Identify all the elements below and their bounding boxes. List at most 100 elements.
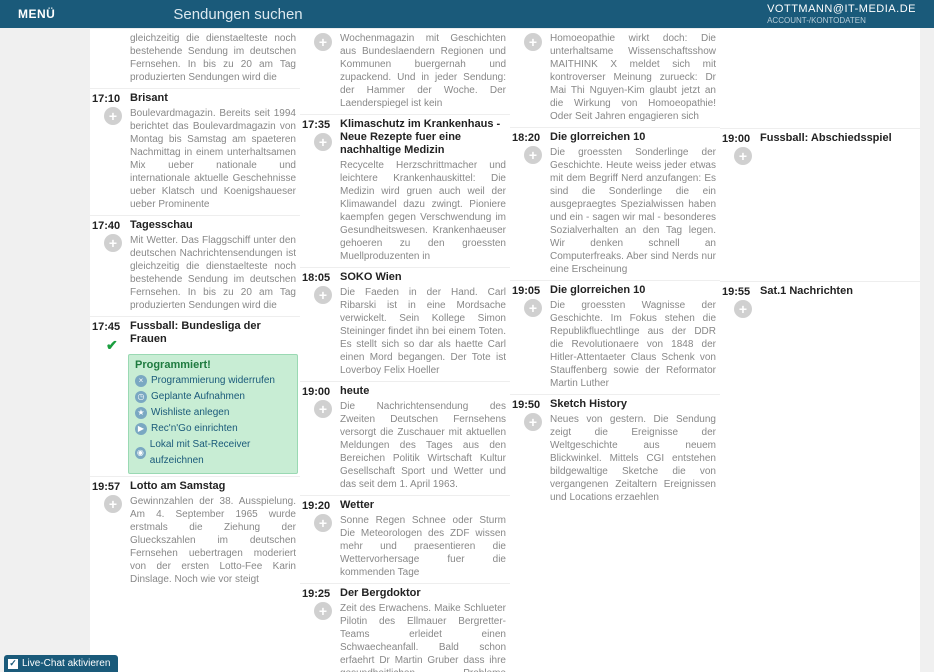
program-entry: 18:05 + SOKO Wien Die Faeden in der Hand… — [300, 267, 510, 381]
program-title[interactable]: Klimaschutz im Krankenhaus - Neue Rezept… — [340, 118, 506, 157]
popup-revoke[interactable]: × Programmierung widerrufen — [135, 373, 291, 389]
program-entry: 17:45 ✔ Fussball: Bundesliga der Frauen — [90, 316, 300, 352]
add-icon[interactable]: + — [314, 602, 332, 620]
channel-column-3: + Homoeopathie wirkt doch: Die unterhalt… — [510, 28, 720, 672]
program-entry: 17:10 + Brisant Boulevardmagazin. Bereit… — [90, 88, 300, 215]
program-time: 19:20 — [302, 500, 330, 512]
star-icon: ★ — [135, 407, 147, 419]
program-title[interactable]: Lotto am Samstag — [130, 480, 296, 493]
add-icon[interactable]: + — [524, 33, 542, 51]
account-email: VOTTMANN@IT-MEDIA.DE — [767, 4, 916, 15]
add-icon[interactable]: + — [314, 514, 332, 532]
search-title: Sendungen suchen — [73, 6, 757, 23]
channel-column-4: 19:00 + Fussball: Abschiedsspiel 19:55 +… — [720, 28, 920, 672]
add-icon[interactable]: + — [734, 300, 752, 318]
add-icon[interactable]: + — [524, 413, 542, 431]
program-time: 18:20 — [512, 132, 540, 144]
program-time: 17:35 — [302, 119, 330, 131]
program-entry: + Homoeopathie wirkt doch: Die unterhalt… — [510, 28, 720, 127]
menu-button[interactable]: MENÜ — [0, 0, 73, 28]
program-title[interactable]: Die glorreichen 10 — [550, 284, 716, 297]
program-entry: 19:00 + Fussball: Abschiedsspiel — [720, 128, 920, 151]
program-time: 19:25 — [302, 588, 330, 600]
program-title[interactable]: Sketch History — [550, 398, 716, 411]
program-entry: gleichzeitig die dienstaelteste noch bes… — [90, 28, 300, 88]
program-entry: 19:05 + Die glorreichen 10 Die groessten… — [510, 280, 720, 394]
popup-title: Programmiert! — [135, 359, 291, 371]
program-title[interactable]: Die glorreichen 10 — [550, 131, 716, 144]
program-desc: Wochenmagazin mit Geschichten aus Bundes… — [340, 32, 506, 110]
program-desc: Die groessten Sonderlinge der Geschichte… — [550, 146, 716, 276]
program-entry: 19:00 + heute Die Nachrichtensendung des… — [300, 381, 510, 495]
program-time: 17:45 — [92, 321, 120, 333]
program-entry: 19:57 + Lotto am Samstag Gewinnzahlen de… — [90, 476, 300, 590]
add-icon[interactable]: + — [734, 147, 752, 165]
add-icon[interactable]: + — [104, 495, 122, 513]
program-desc: Sonne Regen Schnee oder Sturm Die Meteor… — [340, 514, 506, 579]
chat-label: Live-Chat aktivieren — [22, 658, 110, 669]
live-chat-toggle[interactable]: ✓ Live-Chat aktivieren — [4, 655, 118, 672]
program-title[interactable]: SOKO Wien — [340, 271, 506, 284]
program-desc: Die Faeden in der Hand. Carl Ribarski is… — [340, 286, 506, 377]
add-icon[interactable]: + — [104, 234, 122, 252]
check-icon: ✔ — [106, 337, 118, 354]
program-title[interactable]: Brisant — [130, 92, 296, 105]
program-time: 18:05 — [302, 272, 330, 284]
channel-column-1: gleichzeitig die dienstaelteste noch bes… — [90, 28, 300, 672]
program-title[interactable]: Wetter — [340, 499, 506, 512]
popup-scheduled[interactable]: ◷ Geplante Aufnahmen — [135, 389, 291, 405]
add-icon[interactable]: + — [314, 33, 332, 51]
program-desc: Mit Wetter. Das Flaggschiff unter den de… — [130, 234, 296, 312]
content-area: gleichzeitig die dienstaelteste noch bes… — [0, 28, 934, 672]
popup-item-label: Programmierung widerrufen — [151, 373, 275, 389]
program-entry: 19:20 + Wetter Sonne Regen Schnee oder S… — [300, 495, 510, 583]
program-time: 17:10 — [92, 93, 120, 105]
program-time: 19:50 — [512, 399, 540, 411]
channel-column-2: + Wochenmagazin mit Geschichten aus Bund… — [300, 28, 510, 672]
program-title[interactable]: Fussball: Bundesliga der Frauen — [130, 320, 296, 346]
program-entry: 17:40 + Tagesschau Mit Wetter. Das Flagg… — [90, 215, 300, 316]
account-sub: ACCOUNT-/KONTODATEN — [767, 15, 916, 26]
popup-local[interactable]: ◉ Lokal mit Sat-Receiver aufzeichnen — [135, 437, 291, 469]
popup-item-label: Wishliste anlegen — [151, 405, 229, 421]
account-box[interactable]: VOTTMANN@IT-MEDIA.DE ACCOUNT-/KONTODATEN — [757, 2, 934, 26]
program-desc: gleichzeitig die dienstaelteste noch bes… — [130, 32, 296, 84]
program-desc: Homoeopathie wirkt doch: Die unterhaltsa… — [550, 32, 716, 123]
program-time: 19:00 — [722, 133, 750, 145]
add-icon[interactable]: + — [104, 107, 122, 125]
add-icon[interactable]: + — [314, 133, 332, 151]
program-time: 19:57 — [92, 481, 120, 493]
popup-item-label: Lokal mit Sat-Receiver aufzeichnen — [150, 437, 291, 469]
program-title[interactable]: Tagesschau — [130, 219, 296, 232]
clock-icon: ◷ — [135, 391, 147, 403]
program-entry: 19:50 + Sketch History Neues von gestern… — [510, 394, 720, 508]
program-time: 19:05 — [512, 285, 540, 297]
program-desc: Zeit des Erwachens. Maike Schlueter Pilo… — [340, 602, 506, 672]
program-title[interactable]: Der Bergdoktor — [340, 587, 506, 600]
program-title[interactable]: Sat.1 Nachrichten — [760, 285, 916, 298]
popup-wishlist[interactable]: ★ Wishliste anlegen — [135, 405, 291, 421]
header-bar: MENÜ Sendungen suchen VOTTMANN@IT-MEDIA.… — [0, 0, 934, 28]
rec-icon: ▶ — [135, 423, 147, 435]
program-desc: Boulevardmagazin. Bereits seit 1994 beri… — [130, 107, 296, 211]
programmed-popup: Programmiert! × Programmierung widerrufen… — [128, 354, 298, 474]
popup-item-label: Geplante Aufnahmen — [151, 389, 245, 405]
program-time: 17:40 — [92, 220, 120, 232]
program-desc: Neues von gestern. Die Sendung zeigt die… — [550, 413, 716, 504]
program-time: 19:00 — [302, 386, 330, 398]
add-icon[interactable]: + — [314, 286, 332, 304]
add-icon[interactable]: + — [314, 400, 332, 418]
program-entry: 19:55 + Sat.1 Nachrichten — [720, 281, 920, 304]
program-entry: 19:25 + Der Bergdoktor Zeit des Erwachen… — [300, 583, 510, 672]
checkbox-icon: ✓ — [8, 659, 18, 669]
program-title[interactable]: heute — [340, 385, 506, 398]
popup-recngo[interactable]: ▶Rec'n'Go einrichten — [135, 421, 291, 437]
revoke-icon: × — [135, 375, 147, 387]
program-entry: + Wochenmagazin mit Geschichten aus Bund… — [300, 28, 510, 114]
program-desc: Gewinnzahlen der 38. Ausspielung. Am 4. … — [130, 495, 296, 586]
program-title[interactable]: Fussball: Abschiedsspiel — [760, 132, 916, 145]
sat-icon: ◉ — [135, 447, 146, 459]
program-desc: Die Nachrichtensendung des Zweiten Deuts… — [340, 400, 506, 491]
add-icon[interactable]: + — [524, 146, 542, 164]
add-icon[interactable]: + — [524, 299, 542, 317]
